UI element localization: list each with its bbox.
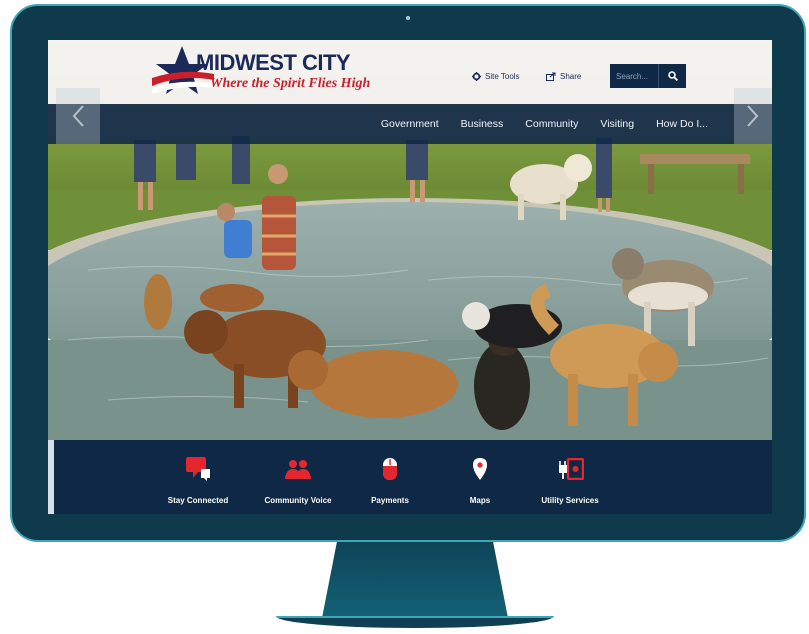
quick-link-utility-services[interactable]: Utility Services bbox=[520, 452, 620, 505]
nav-how-do-i[interactable]: How Do I... bbox=[656, 118, 708, 130]
nav-business[interactable]: Business bbox=[461, 118, 504, 130]
quick-link-maps[interactable]: Maps bbox=[430, 452, 530, 505]
search-icon bbox=[667, 71, 678, 81]
quick-link-label: Maps bbox=[469, 496, 491, 505]
carousel-prev-button[interactable] bbox=[56, 88, 100, 144]
map-pin-icon bbox=[473, 458, 487, 480]
mouse-icon bbox=[383, 458, 397, 480]
website-screen: MIDWEST CITY Where the Spirit Flies High… bbox=[48, 40, 772, 514]
site-tagline: Where the Spirit Flies High bbox=[210, 76, 371, 91]
plug-icon bbox=[559, 458, 584, 480]
site-name: MIDWEST CITY bbox=[196, 50, 351, 75]
chevron-right-icon bbox=[747, 105, 759, 127]
share-button[interactable]: Share bbox=[546, 72, 581, 81]
carousel-next-button[interactable] bbox=[734, 88, 772, 144]
monitor-camera bbox=[406, 16, 410, 20]
quick-link-label: Stay Connected bbox=[167, 496, 229, 505]
monitor-frame: MIDWEST CITY Where the Spirit Flies High… bbox=[10, 4, 806, 542]
nav-community[interactable]: Community bbox=[525, 118, 578, 130]
share-label: Share bbox=[560, 72, 582, 81]
site-tools-button[interactable]: Site Tools bbox=[472, 72, 520, 81]
chevron-left-icon bbox=[72, 105, 84, 127]
quick-links-bar: Stay Connected Community Voice Payments … bbox=[48, 440, 772, 514]
monitor-base bbox=[276, 616, 554, 628]
nav-government[interactable]: Government bbox=[381, 118, 439, 130]
quick-link-stay-connected[interactable]: Stay Connected bbox=[148, 452, 248, 505]
nav-visiting[interactable]: Visiting bbox=[600, 118, 634, 130]
quick-link-community-voice[interactable]: Community Voice bbox=[248, 452, 348, 505]
main-nav: Government Business Community Visiting H… bbox=[48, 104, 772, 144]
site-logo[interactable]: MIDWEST CITY Where the Spirit Flies High bbox=[152, 44, 370, 100]
search-input[interactable] bbox=[610, 64, 658, 88]
search-button[interactable] bbox=[658, 64, 686, 88]
gear-icon bbox=[472, 72, 481, 81]
people-icon bbox=[285, 460, 311, 479]
search-box bbox=[610, 64, 686, 88]
speech-bubble-icon bbox=[186, 457, 210, 481]
quick-link-label: Community Voice bbox=[264, 496, 332, 505]
quick-link-label: Payments bbox=[371, 496, 409, 505]
quick-link-payments[interactable]: Payments bbox=[340, 452, 440, 505]
site-tools-label: Site Tools bbox=[485, 72, 520, 81]
share-icon bbox=[546, 72, 556, 81]
quick-link-label: Utility Services bbox=[541, 496, 599, 505]
monitor-stand bbox=[322, 542, 508, 618]
site-header: MIDWEST CITY Where the Spirit Flies High… bbox=[48, 40, 772, 104]
